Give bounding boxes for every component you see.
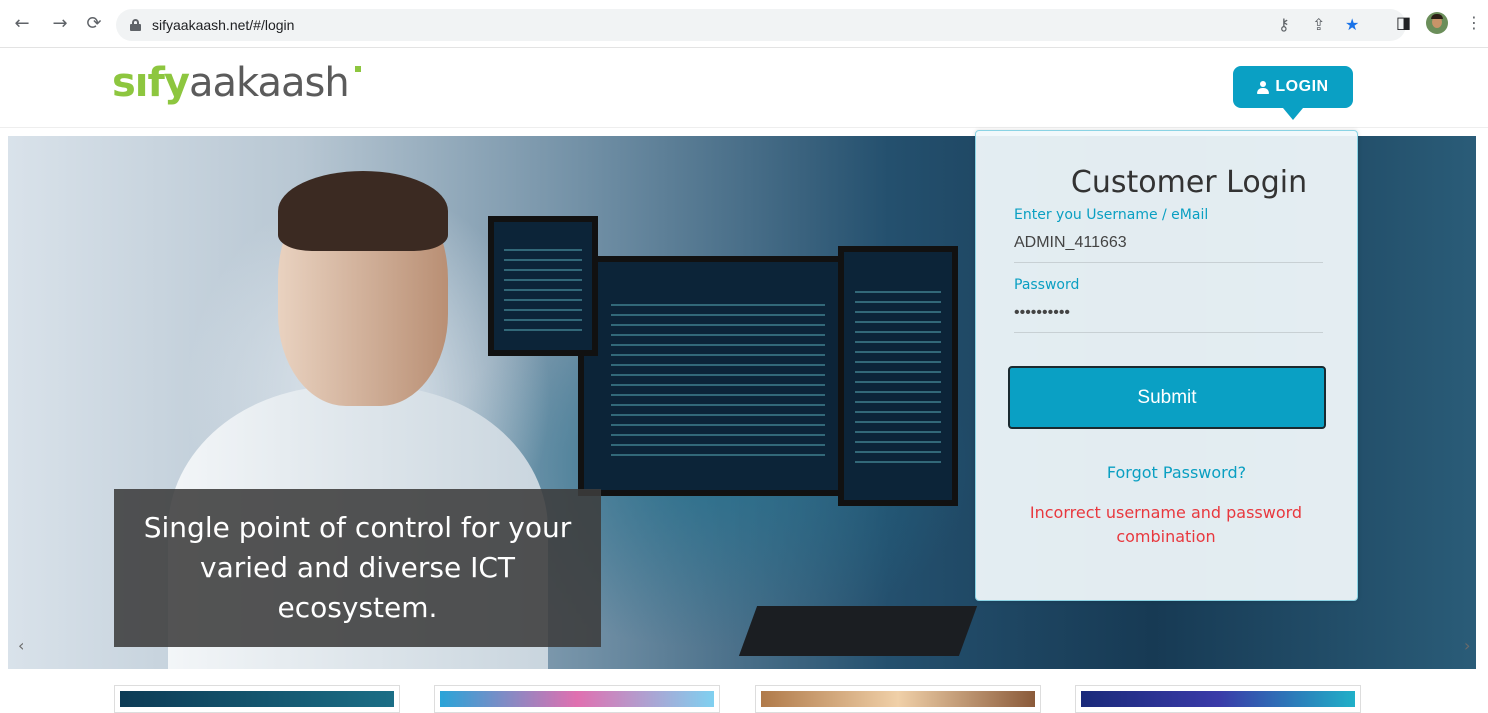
sify-aakaash-logo[interactable]: sıfyaakaash [112,60,361,106]
logo-aakaash-text: aakaash [189,60,350,106]
key-icon[interactable]: ⚷ [1278,15,1290,34]
hero-monitor [578,256,858,496]
reload-icon[interactable]: ⟳ [84,14,104,34]
panel-title: Customer Login [1070,165,1308,200]
avatar[interactable] [1426,12,1448,34]
login-button-label: LOGIN [1275,78,1329,95]
hero-monitor [838,246,958,506]
customer-login-panel: Customer Login Enter you Username / eMai… [975,130,1358,601]
forgot-password-link[interactable]: Forgot Password? [976,463,1357,482]
username-label: Enter you Username / eMail [1014,207,1209,223]
forward-arrow-icon[interactable]: → [50,14,70,34]
logo-sify-text: sıfy [112,60,190,106]
back-arrow-icon[interactable]: ← [12,14,32,34]
username-field[interactable] [1014,234,1323,263]
password-field[interactable] [1014,304,1323,333]
site-header: sıfyaakaash LOGIN [0,48,1488,128]
carousel-prev-icon[interactable]: ‹ [18,636,24,655]
feature-tile[interactable] [1075,685,1361,713]
kebab-menu-icon[interactable]: ⋮ [1466,13,1482,32]
login-button[interactable]: LOGIN [1233,66,1353,108]
feature-tile[interactable] [114,685,400,713]
user-icon [1257,80,1270,94]
hero-keyboard [738,606,978,656]
lock-icon[interactable] [130,19,141,31]
password-label: Password [1014,277,1080,293]
hero-caption: Single point of control for your varied … [114,489,601,647]
share-icon[interactable]: ⇪ [1312,15,1325,34]
feature-tile[interactable] [434,685,720,713]
carousel-next-icon[interactable]: › [1464,636,1470,655]
login-pointer [1283,108,1303,120]
side-panel-icon[interactable]: ◨ [1396,13,1411,32]
url-text[interactable]: sifyaakaash.net/#/login [152,17,294,33]
logo-dot [354,66,361,72]
star-icon[interactable]: ★ [1345,15,1359,34]
error-message: Incorrect username and password combinat… [1029,503,1303,546]
browser-toolbar: ← → ⟳ sifyaakaash.net/#/login ⚷ ⇪ ★ ◨ ⋮ [0,0,1488,48]
feature-tile[interactable] [755,685,1041,713]
address-bar[interactable]: sifyaakaash.net/#/login ⚷ ⇪ ★ [116,9,1406,41]
submit-button[interactable]: Submit [1008,366,1326,429]
